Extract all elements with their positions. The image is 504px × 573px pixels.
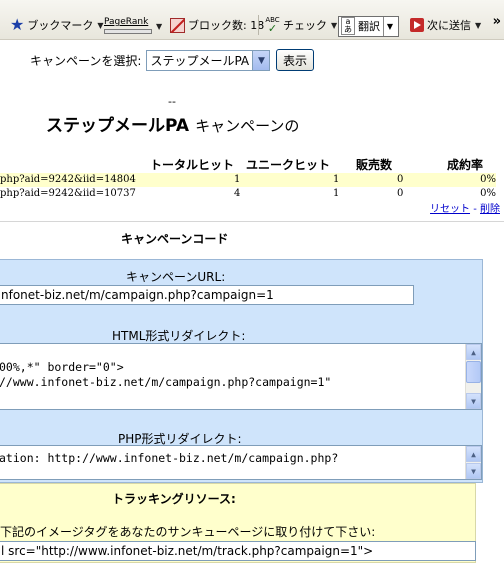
title-dash: -- <box>168 95 176 108</box>
pagerank-button[interactable]: PageRank ▼ <box>104 14 162 38</box>
bookmarks-label: ブックマーク <box>27 19 94 32</box>
scroll-down-icon[interactable]: ▼ <box>466 463 481 479</box>
stats-table: トータルヒット ユニークヒット 販売数 成約率 php?aid=9242&iid… <box>0 154 496 201</box>
link-separator: - <box>473 204 477 215</box>
chevron-down-icon[interactable]: ▼ <box>252 51 270 70</box>
table-row: php?aid=9242&iid=10737 4 1 0 0% <box>0 187 496 201</box>
row-total-hits: 4 <box>234 188 241 199</box>
row-page: php?aid=9242&iid=10737 <box>0 188 136 199</box>
popup-blocked-count: ブロック数: 18 <box>188 19 265 32</box>
php-redirect-textarea[interactable]: ation: http://www.infonet-biz.net/m/camp… <box>0 445 482 480</box>
campaign-select[interactable]: ステップメールPA ▼ <box>146 50 271 71</box>
tracking-heading: トラッキングリソース: <box>112 492 236 506</box>
scrollbar-thumb[interactable] <box>466 361 481 383</box>
chevron-down-icon: ▼ <box>97 20 104 30</box>
row-total-hits: 1 <box>234 174 241 185</box>
campaign-code-heading: キャンペーンコード <box>121 232 229 246</box>
page-title: ステップメールPA キャンペーンの <box>46 111 299 136</box>
stats-actions: リセット - 削除 <box>430 200 500 215</box>
popup-blocker-button[interactable]: ブロック数: 18 <box>170 13 264 37</box>
row-sales: 0 <box>397 188 404 199</box>
row-unique-hits: 1 <box>333 174 340 185</box>
header-conversion-rate: 成約率 <box>447 158 484 172</box>
row-conversion-rate: 0% <box>480 174 496 185</box>
html-redirect-textarea[interactable]: 00%,*" border="0"> //www.infonet-biz.net… <box>0 343 482 410</box>
row-unique-hits: 1 <box>333 188 340 199</box>
spellcheck-button[interactable]: ABC ✓ チェック ▼ <box>265 13 337 37</box>
pagerank-meter: PageRank <box>104 18 152 34</box>
toolbar-overflow-chevron[interactable]: » <box>493 14 501 29</box>
star-icon: ★ <box>10 15 25 34</box>
code-line: 00%,*" border="0"> <box>0 360 124 374</box>
stats-header-row: トータルヒット ユニークヒット 販売数 成約率 <box>0 154 496 173</box>
campaign-select-label: キャンペーンを選択: <box>30 54 142 68</box>
translate-box[interactable]: aあ 翻訳 ▼ <box>338 15 399 37</box>
campaign-url-label: キャンペーンURL: <box>126 270 226 284</box>
pagerank-bar <box>104 29 152 34</box>
tracking-tag-field[interactable]: l src="http://www.infonet-biz.net/m/trac… <box>0 541 476 561</box>
chevron-down-icon: ▼ <box>475 20 482 30</box>
send-to-button[interactable]: 次に送信 ▼ <box>410 13 481 37</box>
chevron-down-icon: ▼ <box>331 20 338 30</box>
scroll-up-icon[interactable]: ▲ <box>466 344 481 360</box>
row-page: php?aid=9242&iid=14804 <box>0 174 136 185</box>
divider <box>0 221 504 222</box>
campaign-url-field[interactable]: nfonet-biz.net/m/campaign.php?campaign=1 <box>0 285 414 305</box>
send-arrow-icon <box>410 18 424 32</box>
scroll-up-icon[interactable]: ▲ <box>466 446 481 462</box>
chevron-down-icon[interactable]: ▼ <box>383 16 396 36</box>
campaign-select-row: キャンペーンを選択: ステップメールPA ▼ <box>30 50 271 71</box>
pagerank-label: PageRank <box>104 17 149 27</box>
popup-blocked-icon <box>170 17 185 33</box>
bookmarks-button[interactable]: ★ ブックマーク ▼ <box>10 13 104 37</box>
scroll-down-icon[interactable]: ▼ <box>466 393 481 409</box>
send-to-label: 次に送信 <box>427 19 471 32</box>
code-line: //www.infonet-biz.net/m/campaign.php?cam… <box>0 375 332 389</box>
html-redirect-label: HTML形式リダイレクト: <box>112 329 246 343</box>
delete-link[interactable]: 削除 <box>480 204 500 215</box>
row-sales: 0 <box>397 174 404 185</box>
spellcheck-label: チェック <box>283 19 327 32</box>
toolbar-separator <box>258 15 259 35</box>
header-sales: 販売数 <box>356 158 393 172</box>
spellcheck-icon: ABC ✓ <box>265 16 280 35</box>
reset-link[interactable]: リセット <box>430 204 470 215</box>
table-row: php?aid=9242&iid=14804 1 1 0 0% <box>0 173 496 187</box>
translate-button[interactable]: aあ 翻訳 ▼ <box>338 14 399 38</box>
vertical-scrollbar[interactable]: ▲ ▼ <box>465 446 481 479</box>
browser-toolbar: ★ ブックマーク ▼ PageRank ▼ ブロック数: 18 ABC ✓ チェッ… <box>0 0 504 40</box>
campaign-select-value: ステップメールPA <box>150 54 250 68</box>
row-conversion-rate: 0% <box>480 188 496 199</box>
translate-icon: aあ <box>341 17 355 35</box>
translate-label: 翻訳 <box>358 20 380 33</box>
tracking-description: 下記のイメージタグをあなたのサンキューページに取り付けて下さい: <box>0 525 376 539</box>
page-title-suffix: キャンペーンの <box>195 117 300 135</box>
page-title-campaign: ステップメールPA <box>46 116 190 136</box>
code-line: ation: http://www.infonet-biz.net/m/camp… <box>0 451 339 465</box>
show-button[interactable]: 表示 <box>276 49 314 71</box>
vertical-scrollbar[interactable]: ▲ ▼ <box>465 344 481 409</box>
chevron-down-icon: ▼ <box>156 21 163 31</box>
header-total-hits: トータルヒット <box>150 158 235 172</box>
header-unique-hits: ユニークヒット <box>246 158 331 172</box>
